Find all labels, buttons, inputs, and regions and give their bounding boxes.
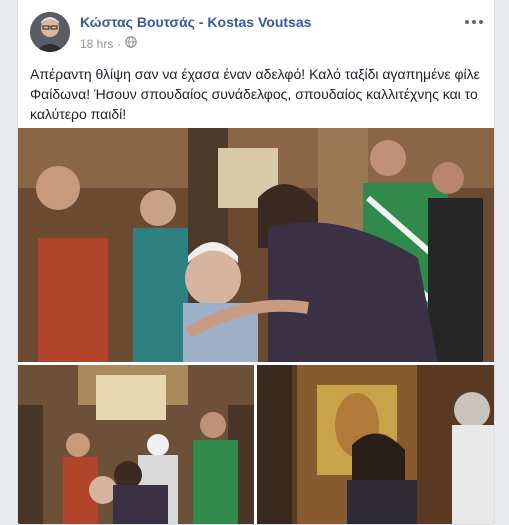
- post-message: Απέραντη θλίψη σαν να έχασα έναν αδελφό!…: [30, 66, 480, 122]
- post-meta: 18 hrs ·: [80, 36, 138, 51]
- globe-icon[interactable]: [125, 36, 138, 51]
- post-header: Κώστας Βουτσάς - Kostas Voutsas 18 hrs ·: [18, 0, 494, 62]
- more-options-icon[interactable]: [462, 12, 486, 32]
- post-timestamp[interactable]: 18 hrs: [80, 37, 113, 51]
- post-photo-main[interactable]: [18, 128, 494, 362]
- post-photo-right[interactable]: [257, 365, 494, 524]
- author-avatar[interactable]: [30, 12, 70, 52]
- meta-separator: ·: [117, 36, 122, 51]
- post-photo-left[interactable]: [18, 365, 254, 524]
- author-name-link[interactable]: Κώστας Βουτσάς - Kostas Voutsas: [80, 14, 311, 30]
- post-card: Κώστας Βουτσάς - Kostas Voutsas 18 hrs ·…: [17, 0, 495, 525]
